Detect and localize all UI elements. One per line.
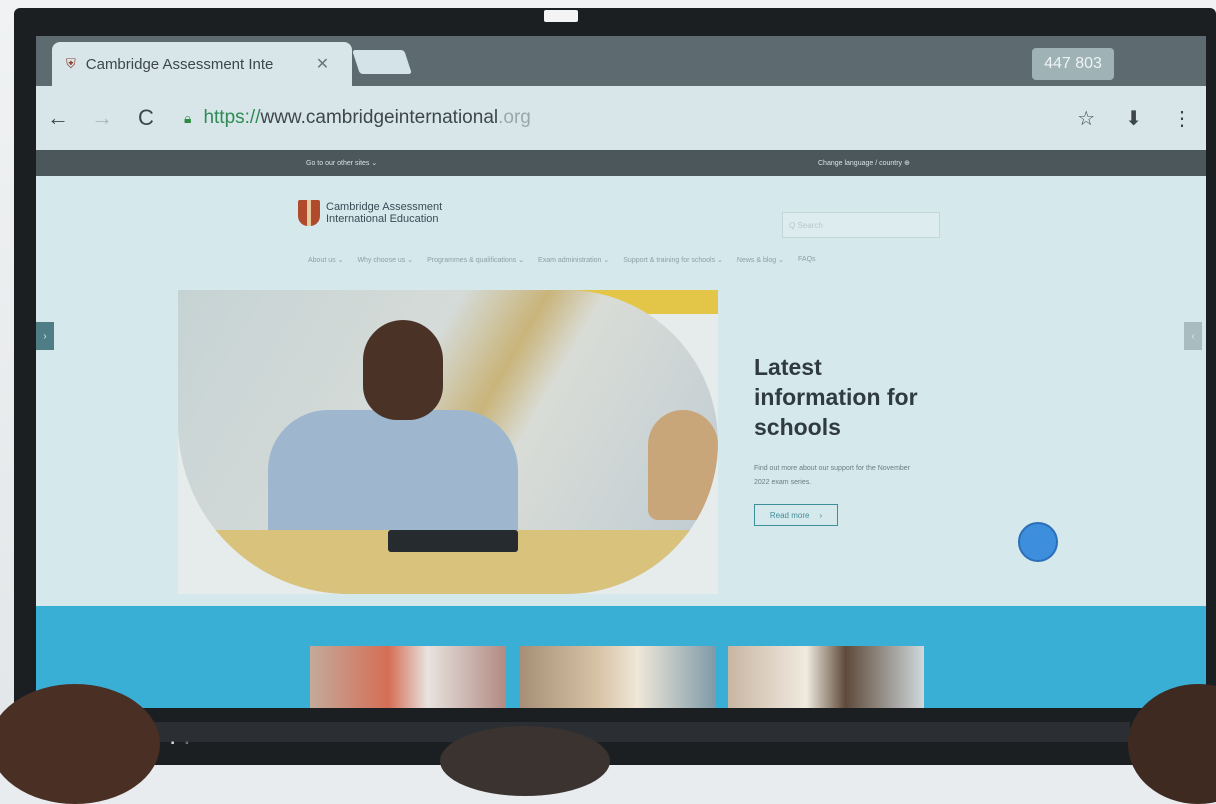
utility-bar: Go to our other sites ⌄ Change language … bbox=[36, 150, 1206, 176]
browser-window: ⛨ Cambridge Assessment Inte ✕ 447 803 ← … bbox=[36, 36, 1206, 708]
hero-content: Latest information for schools Find out … bbox=[754, 352, 934, 526]
cambridge-shield-icon bbox=[298, 200, 320, 226]
feature-thumbnail-2[interactable] bbox=[520, 646, 716, 708]
feature-thumbnail-3[interactable] bbox=[728, 646, 924, 708]
browser-tab[interactable]: ⛨ Cambridge Assessment Inte ✕ bbox=[52, 42, 352, 86]
logo-line-2: International Education bbox=[326, 213, 442, 225]
floating-action-button[interactable] bbox=[1018, 522, 1058, 562]
viewer-head-center bbox=[440, 726, 610, 796]
main-navigation: About us ⌄ Why choose us ⌄ Programmes & … bbox=[308, 256, 816, 264]
toolbar-actions: ☆ ⬇ ⋮ bbox=[1077, 106, 1192, 131]
tablet bbox=[388, 530, 518, 552]
nav-about-us[interactable]: About us ⌄ bbox=[308, 256, 343, 264]
forward-button[interactable]: → bbox=[80, 105, 124, 131]
nav-why-choose-us[interactable]: Why choose us ⌄ bbox=[357, 256, 413, 264]
hero-description: Find out more about our support for the … bbox=[754, 462, 924, 490]
display-sensor bbox=[544, 10, 578, 22]
lock-icon: 🔒︎ bbox=[184, 110, 191, 127]
url-text: https://www.cambridgeinternational.org bbox=[203, 107, 530, 129]
counter-badge: 447 803 bbox=[1032, 48, 1114, 80]
background-student bbox=[648, 410, 718, 520]
nav-faqs[interactable]: FAQs bbox=[798, 256, 816, 264]
nav-news-blog[interactable]: News & blog ⌄ bbox=[737, 256, 784, 264]
site-logo[interactable]: Cambridge Assessment International Educa… bbox=[298, 200, 442, 226]
carousel-next-button[interactable]: ‹ bbox=[1184, 322, 1202, 350]
viewer-head-left bbox=[0, 684, 160, 804]
back-button[interactable]: ← bbox=[36, 105, 80, 131]
student-torso bbox=[268, 410, 518, 540]
tab-close-icon[interactable]: ✕ bbox=[316, 54, 329, 74]
change-language-link[interactable]: Change language / country ⊕ bbox=[818, 159, 910, 167]
bookmark-star-icon[interactable]: ☆ bbox=[1077, 106, 1095, 131]
nav-exam-administration[interactable]: Exam administration ⌄ bbox=[538, 256, 609, 264]
site-search-input[interactable]: Q Search bbox=[782, 212, 940, 238]
read-more-label: Read more bbox=[770, 511, 810, 520]
nav-programmes[interactable]: Programmes & qualifications ⌄ bbox=[427, 256, 524, 264]
reload-button[interactable]: C bbox=[124, 105, 168, 131]
menu-icon[interactable]: ⋮ bbox=[1172, 106, 1192, 131]
feature-thumbnail-1[interactable] bbox=[310, 646, 506, 708]
display-bottom-bar bbox=[150, 722, 1130, 742]
favicon-shield-icon: ⛨ bbox=[66, 56, 76, 72]
browser-toolbar: ← → C 🔒︎ https://www.cambridgeinternatio… bbox=[36, 86, 1206, 150]
carousel-prev-button[interactable]: › bbox=[36, 322, 54, 350]
address-bar[interactable]: 🔒︎ https://www.cambridgeinternational.or… bbox=[184, 107, 1084, 129]
other-sites-link[interactable]: Go to our other sites ⌄ bbox=[306, 159, 377, 167]
read-more-button[interactable]: Read more › bbox=[754, 504, 838, 526]
hero-image bbox=[178, 290, 718, 594]
logo-line-1: Cambridge Assessment bbox=[326, 201, 442, 213]
download-icon[interactable]: ⬇ bbox=[1125, 106, 1142, 131]
tab-strip: ⛨ Cambridge Assessment Inte ✕ 447 803 bbox=[36, 36, 1206, 86]
hero-title: Latest information for schools bbox=[754, 352, 934, 442]
nav-support-training[interactable]: Support & training for schools ⌄ bbox=[623, 256, 723, 264]
tab-title: Cambridge Assessment Inte bbox=[86, 56, 306, 73]
student-head bbox=[363, 320, 443, 420]
chevron-right-icon: › bbox=[819, 511, 822, 520]
students-photo bbox=[178, 290, 718, 594]
new-tab-button[interactable] bbox=[352, 50, 412, 74]
